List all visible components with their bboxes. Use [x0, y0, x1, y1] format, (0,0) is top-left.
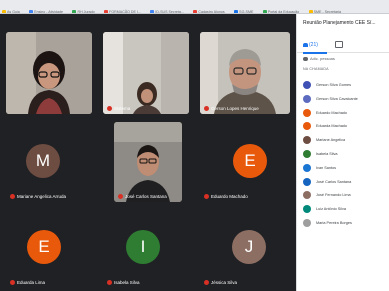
add-person-icon — [303, 56, 308, 61]
avatar — [303, 218, 311, 227]
bookmark-item[interactable]: As Guia — [2, 6, 20, 13]
list-item[interactable]: Isabela Silva — [303, 148, 388, 162]
panel-tabs: (21) — [297, 38, 389, 54]
list-item[interactable]: Eduarda Machado — [303, 120, 388, 134]
list-item[interactable]: Gerson Silva Gomes — [303, 79, 388, 93]
avatar: I — [126, 230, 160, 264]
mic-off-icon — [204, 194, 209, 199]
list-item[interactable]: Eduardo Machado — [303, 107, 388, 121]
bookmark-item[interactable]: FORMAÇÃO DE I... — [104, 6, 141, 13]
tab-people[interactable]: (21) — [303, 38, 327, 54]
avatar: E — [27, 230, 61, 264]
avatar: E — [233, 144, 267, 178]
avatar — [303, 205, 311, 214]
list-item[interactable]: Maria Pereira Borges — [303, 217, 388, 231]
chat-icon — [335, 41, 343, 49]
list-item[interactable]: Ivan Santos — [303, 162, 388, 176]
bookmark-item[interactable]: SG-SME — [234, 6, 253, 13]
mic-off-icon — [10, 280, 15, 285]
camera-feed — [103, 32, 189, 114]
bookmark-item[interactable]: ID-SUS Secreta... — [150, 6, 184, 13]
mic-off-icon — [204, 106, 209, 111]
participant-name: Gerson Lopes Henrique — [204, 106, 259, 111]
avatar — [303, 94, 311, 103]
participant-list: Gerson Silva Gomes Gerson Silva Cavalcan… — [303, 79, 388, 231]
camera-feed — [6, 32, 92, 114]
avatar — [303, 177, 311, 186]
avatar — [303, 191, 311, 200]
bookmark-item[interactable]: RH Jurado — [72, 6, 95, 13]
participant-name: Mariane Angelica Arruda — [10, 194, 66, 199]
participant-tile[interactable]: J Jéssica Silva — [200, 210, 290, 288]
bookmarks-bar: As Guia Ensino - Atividade RH Jurado FOR… — [0, 0, 389, 14]
avatar: M — [26, 144, 60, 178]
video-grid: Sistema Gerson Lopes Henrique M Mariane … — [0, 14, 296, 291]
people-icon — [303, 42, 308, 47]
meeting-title: Reunião Planejamento CEE Sí... — [303, 20, 376, 26]
avatar — [303, 136, 311, 145]
participant-name: Sistema — [107, 106, 130, 111]
mic-off-icon — [107, 280, 112, 285]
camera-feed — [114, 122, 182, 202]
people-panel: Reunião Planejamento CEE Sí... (21) Adic… — [296, 14, 389, 291]
avatar — [303, 108, 311, 117]
mic-off-icon — [118, 194, 123, 199]
participant-name: Eduardo Machado — [204, 194, 248, 199]
participant-name: Isabela Silva — [107, 280, 140, 285]
participant-tile[interactable]: E Eduardo Machado — [200, 122, 290, 202]
avatar: J — [232, 230, 266, 264]
participant-tile[interactable]: I Isabela Silva — [103, 210, 189, 288]
bookmark-item[interactable]: Cadastro Alunos — [193, 6, 225, 13]
participant-name: Jéssica Silva — [204, 280, 237, 285]
participant-tile[interactable]: E Eduarda Lima — [6, 210, 92, 288]
avatar — [303, 163, 311, 172]
participant-tile[interactable]: Sistema — [103, 32, 189, 114]
bookmark-item[interactable]: Ensino - Atividade — [29, 6, 63, 13]
participant-tile[interactable]: Gerson Lopes Henrique — [200, 32, 290, 114]
list-item[interactable]: José Fernando Lima — [303, 189, 388, 203]
avatar — [303, 81, 311, 89]
participant-name: José Carlos Santana — [118, 194, 167, 199]
list-item[interactable]: Luiz Antônio Silva — [303, 203, 388, 217]
mic-off-icon — [204, 280, 209, 285]
bookmark-item[interactable]: Portal da Educação — [262, 6, 299, 13]
avatar — [303, 149, 311, 158]
section-label: NA CHAMADA — [303, 67, 329, 71]
participant-tile[interactable]: José Carlos Santana — [114, 122, 182, 202]
bookmark-item[interactable]: SME - Secretaria — [308, 6, 341, 13]
list-item[interactable]: Mariane Angelica — [303, 134, 388, 148]
tab-chat[interactable] — [335, 38, 351, 52]
camera-feed — [200, 32, 290, 114]
list-item[interactable]: Gerson Silva Cavalcante — [303, 93, 388, 107]
participant-name: Eduarda Lima — [10, 280, 45, 285]
participant-tile[interactable] — [6, 32, 92, 114]
mic-off-icon — [10, 194, 15, 199]
mic-off-icon — [107, 106, 112, 111]
add-people-button[interactable]: Adic. pessoas — [303, 56, 335, 61]
participant-tile[interactable]: M Mariane Angelica Arruda — [6, 122, 92, 202]
list-item[interactable]: José Carlos Santana — [303, 176, 388, 190]
avatar — [303, 122, 311, 131]
